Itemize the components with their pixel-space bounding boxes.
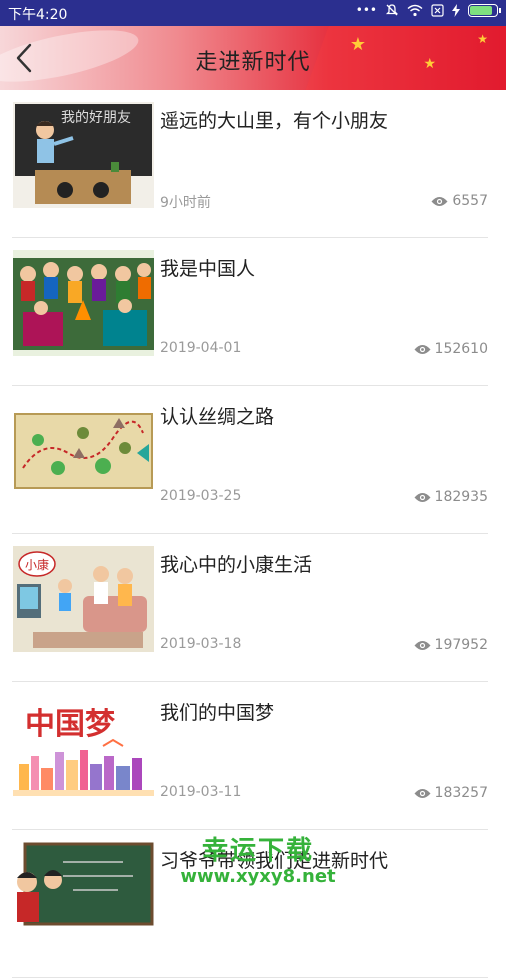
article-thumbnail: 小康 [13,546,154,652]
eye-icon [414,344,431,354]
chalkboard-text: 我的好朋友 [61,110,131,126]
more-dots-icon: ••• [355,3,377,17]
article-title: 我们的中国梦 [160,702,275,724]
article-date: 2019-03-25 [160,488,242,504]
status-icons: ••• [355,3,501,17]
article-date: 2019-04-01 [160,340,242,356]
thumbnail-text: 中国梦 [25,707,115,742]
sim-x-icon [431,3,444,17]
eye-icon [414,640,431,650]
article-thumbnail: 我的好朋友 [13,102,154,208]
article-thumbnail: 中国梦 [13,694,154,800]
article-date: 2019-03-18 [160,636,242,652]
list-item[interactable]: 小康 我心中的小康生活 2019-03-18 197952 [12,534,488,682]
status-time: 下午4:20 [8,7,68,23]
article-list: 我的好朋友 遥远的大山里，有个小朋友 9小时前 6557 我是中国人 2019-… [0,90,506,978]
charging-icon [452,3,460,17]
list-item[interactable]: 习爷爷带领我们走进新时代 [12,830,488,978]
view-count: 152610 [434,341,488,357]
view-count: 183257 [434,785,488,801]
list-item[interactable]: 我是中国人 2019-04-01 152610 [12,238,488,386]
article-title: 我是中国人 [160,258,256,280]
article-views: 6557 [431,193,488,209]
view-count: 6557 [452,193,488,209]
article-title: 我心中的小康生活 [160,554,313,576]
article-views: 183257 [414,785,488,801]
battery-icon [468,3,501,17]
view-count: 182935 [434,489,488,505]
article-date: 2019-03-11 [160,784,242,800]
article-thumbnail [13,842,154,948]
eye-icon [414,492,431,502]
article-views: 182935 [414,489,488,505]
list-item[interactable]: 中国梦 我们的中国梦 2019-03-11 183257 [12,682,488,830]
article-date: 9小时前 [160,195,211,211]
header-bar: ★ ★ ★ 走进新时代 [0,26,506,90]
view-count: 197952 [434,637,488,653]
article-title: 认认丝绸之路 [160,406,275,428]
article-title: 遥远的大山里，有个小朋友 [160,110,389,132]
article-views: 197952 [414,637,488,653]
list-item[interactable]: 认认丝绸之路 2019-03-25 182935 [12,386,488,534]
article-title: 习爷爷带领我们走进新时代 [160,850,389,872]
thumbnail-text: 小康 [25,557,49,572]
wifi-icon [407,4,423,16]
bell-off-icon [385,4,399,16]
list-item[interactable]: 我的好朋友 遥远的大山里，有个小朋友 9小时前 6557 [12,90,488,238]
article-views: 152610 [414,341,488,357]
eye-icon [431,196,448,206]
eye-icon [414,788,431,798]
page-title: 走进新时代 [195,50,311,75]
status-bar: 下午4:20 ••• [0,0,506,26]
article-thumbnail [13,250,154,356]
article-thumbnail [13,398,154,504]
